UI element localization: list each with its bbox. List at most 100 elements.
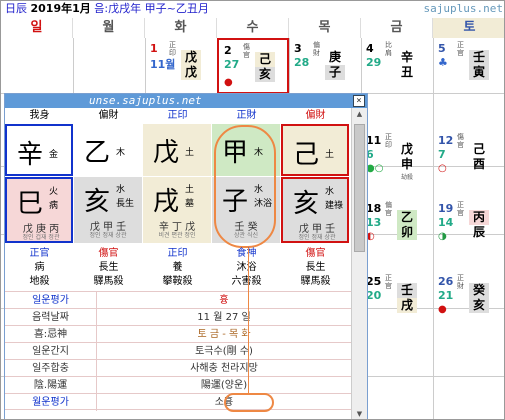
site-url[interactable]: sajuplus.net: [424, 1, 503, 17]
stem-pillar-5[interactable]: 己 土: [281, 124, 349, 176]
day-sipsin: 傷官: [457, 133, 464, 149]
scroll-down-icon[interactable]: ▼: [352, 408, 367, 419]
branch-pillar-5[interactable]: 亥 水 建祿 戊 甲 壬 정인 정재 상관: [281, 177, 349, 243]
sipsin-cell: 食神: [236, 248, 257, 259]
day-sipsin: 正財: [457, 274, 464, 290]
stem-pillar-2[interactable]: 乙 木: [74, 124, 142, 176]
info-row-evaluation: 일운평가 흉: [5, 291, 351, 309]
info-row-yinyang: 陰.陽運 陽運(양운): [5, 376, 351, 394]
day-stem: 乙: [400, 210, 413, 224]
highlight-oval-bottom: [224, 393, 274, 412]
stem-pillar-3[interactable]: 戊 土: [143, 124, 211, 176]
hidden-stems-sipsin: 정인 정재 상관: [89, 232, 127, 239]
calendar-app: 日辰 2019年1月 음:戊戌年 甲子~乙丑月 sajuplus.net 일 월…: [0, 0, 505, 420]
branch-pillar-3[interactable]: 戌 土 墓 辛 丁 戊 비견 편관 정인: [143, 177, 211, 243]
stem-element: 土: [325, 150, 335, 160]
branch-stage: 長生: [116, 199, 135, 209]
popup-scrollbar[interactable]: ▲ ▼: [351, 108, 367, 419]
stem-char: 乙: [84, 138, 111, 168]
branch-pillar-1[interactable]: 巳 火 病 戊 庚 丙 정인 겁재 정관: [5, 177, 73, 243]
weekday-fri: 금: [361, 18, 433, 38]
highlight-connector: [248, 248, 249, 393]
day-number: 26: [438, 275, 454, 288]
day-cell-12[interactable]: 12 7 傷官 己 酉 ○: [433, 130, 504, 185]
branch-pillar-2[interactable]: 亥 水 長生 戊 甲 壬 정인 정재 상관: [74, 177, 142, 243]
stem-pillar-1[interactable]: 辛 金: [5, 124, 73, 176]
day-sipsin: 正官: [457, 41, 464, 57]
day-cell-18[interactable]: 18 13 偏官 乙 卯 ◐: [361, 198, 433, 253]
day-sipsin: 正印: [169, 41, 176, 57]
close-icon[interactable]: ×: [353, 95, 365, 107]
unseong-cell: 養: [172, 262, 183, 273]
day-cell-5[interactable]: 5 ♣ 正官 壬 寅: [433, 38, 504, 93]
day-branch: 戌: [397, 298, 417, 313]
day-ganzhi: 辛 丑: [397, 50, 417, 80]
header-month-ganzhi: 음:戊戌年 甲子~乙丑月: [94, 2, 209, 15]
day-cell-1[interactable]: 1 11월 正印 戊 戊: [145, 38, 217, 93]
info-value: 사해충 천라지망: [190, 363, 258, 374]
day-cell-26[interactable]: 26 21 正財 癸 亥 ●: [433, 271, 504, 326]
header-bar: 日辰 2019年1月 음:戊戌年 甲子~乙丑月 sajuplus.net: [1, 1, 504, 17]
day-ganzhi: 己 酉: [469, 142, 489, 172]
stem-char: 戊: [153, 138, 180, 168]
day-number: 4: [366, 42, 374, 55]
day-ganzhi: 壬 戌: [397, 283, 417, 313]
day-sinsal-note: 劫殺: [400, 174, 413, 181]
day-branch: 亥: [472, 298, 485, 312]
info-row-hapchung: 일주합충 사해충 천라지망: [5, 359, 351, 377]
day-number: 25: [366, 275, 382, 288]
day-ganzhi: 壬 寅: [469, 50, 489, 80]
stem-char: 己: [293, 140, 320, 170]
day-branch: 丑: [400, 65, 413, 79]
lunar-date: 13: [366, 216, 382, 229]
sipsin-cell: 傷官: [305, 248, 326, 259]
info-value: 11 월 27 일: [197, 312, 251, 323]
day-branch: 寅: [472, 65, 485, 79]
sinsal-cell: 攀鞍殺: [162, 276, 193, 287]
day-cell-4[interactable]: 4 29 比肩 辛 丑: [361, 38, 433, 93]
stem-element: 金: [49, 150, 59, 160]
day-stem: 戊: [184, 50, 197, 64]
sinsal-cell: 驛馬殺: [300, 276, 331, 287]
branch-char: 亥: [293, 189, 320, 219]
weekday-sun: 일: [1, 18, 73, 38]
dot-icon: ●: [438, 304, 447, 315]
branch-element: 土: [185, 185, 195, 195]
day-cell-11[interactable]: 11 6 正印 戊 申 劫殺 ●○: [361, 130, 433, 185]
day-cell-2[interactable]: 2 27 傷官 己 亥 ●: [217, 38, 289, 94]
saju-popup: unse.sajuplus.net × 我身 偏財 正印 正財 偏財 辛 金 乙…: [4, 93, 368, 419]
sipsin-cell: 傷官: [98, 248, 119, 259]
day-branch: 戊: [184, 65, 197, 79]
col-label: 正印: [167, 110, 188, 121]
day-cell-19[interactable]: 19 14 正官 丙 辰 ◑: [433, 198, 504, 253]
day-number: 2: [224, 44, 232, 57]
sinsal-cell: 驛馬殺: [93, 276, 124, 287]
lunar-date: 27: [224, 58, 240, 71]
popup-title-bar[interactable]: unse.sajuplus.net ×: [5, 94, 367, 108]
day-stem: 辛: [400, 50, 413, 64]
stem-element: 土: [185, 148, 195, 158]
weekday-wed: 수: [217, 18, 289, 38]
day-stem: 己: [258, 52, 271, 66]
sinsal-cell: 地殺: [29, 276, 50, 287]
highlight-oval: [214, 125, 276, 248]
day-ganzhi: 癸 亥: [469, 283, 489, 313]
day-stem: 庚: [328, 50, 341, 64]
day-ganzhi: 己 亥: [255, 52, 275, 82]
scroll-up-icon[interactable]: ▲: [352, 108, 367, 120]
info-row-lunar-date: 음력날짜 11 월 27 일: [5, 308, 351, 326]
header-label: 日辰: [5, 2, 27, 15]
scroll-thumb[interactable]: [354, 124, 365, 252]
popup-body: 我身 偏財 正印 正財 偏財 辛 金 乙 木 戊 土 甲 木 己 土 巳 火 病…: [5, 108, 351, 419]
branch-stage: 墓: [185, 199, 195, 209]
day-cell-25[interactable]: 25 20 正官 壬 戌: [361, 271, 433, 326]
col-label: 偏財: [305, 110, 326, 121]
day-stem: 壬: [397, 283, 417, 298]
sipsin-cell: 正印: [167, 248, 188, 259]
lunar-date: 11월: [150, 58, 176, 71]
stem-element: 木: [116, 148, 126, 158]
half-moon-icon: ◑: [438, 231, 447, 242]
sinsal-cell: 六害殺: [231, 276, 262, 287]
info-value: 토 금 - 목 화: [197, 329, 251, 340]
day-cell-3[interactable]: 3 28 偏財 庚 子: [289, 38, 361, 93]
